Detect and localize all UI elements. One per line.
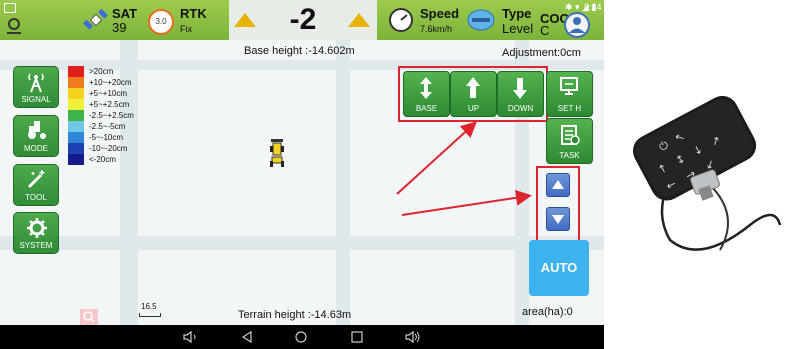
annotation-arrows (396, 121, 532, 216)
scale-bar (139, 313, 161, 317)
home-icon[interactable] (294, 330, 308, 344)
scale-value: 16.5 (141, 302, 157, 311)
area-readout: area(ha):0 (522, 306, 573, 318)
back-icon[interactable] (240, 330, 254, 344)
search-button[interactable] (80, 309, 98, 325)
recents-icon[interactable] (350, 330, 364, 344)
volume-down-icon[interactable] (182, 330, 198, 344)
remote-control-photo: ⏻ ↖ ↑ ↕ ↓ ↗ ← → ↙ (632, 95, 782, 251)
terrain-height-readout: Terrain height :-14.63m (238, 309, 352, 321)
app-screen: SAT 39 3.0 RTK Fix -2 Speed 7.6km/h Type… (0, 0, 604, 325)
auto-button[interactable]: AUTO (529, 240, 589, 296)
search-icon (83, 311, 95, 323)
volume-up-icon[interactable] (404, 330, 422, 344)
tablet-device: SAT 39 3.0 RTK Fix -2 Speed 7.6km/h Type… (0, 0, 604, 349)
